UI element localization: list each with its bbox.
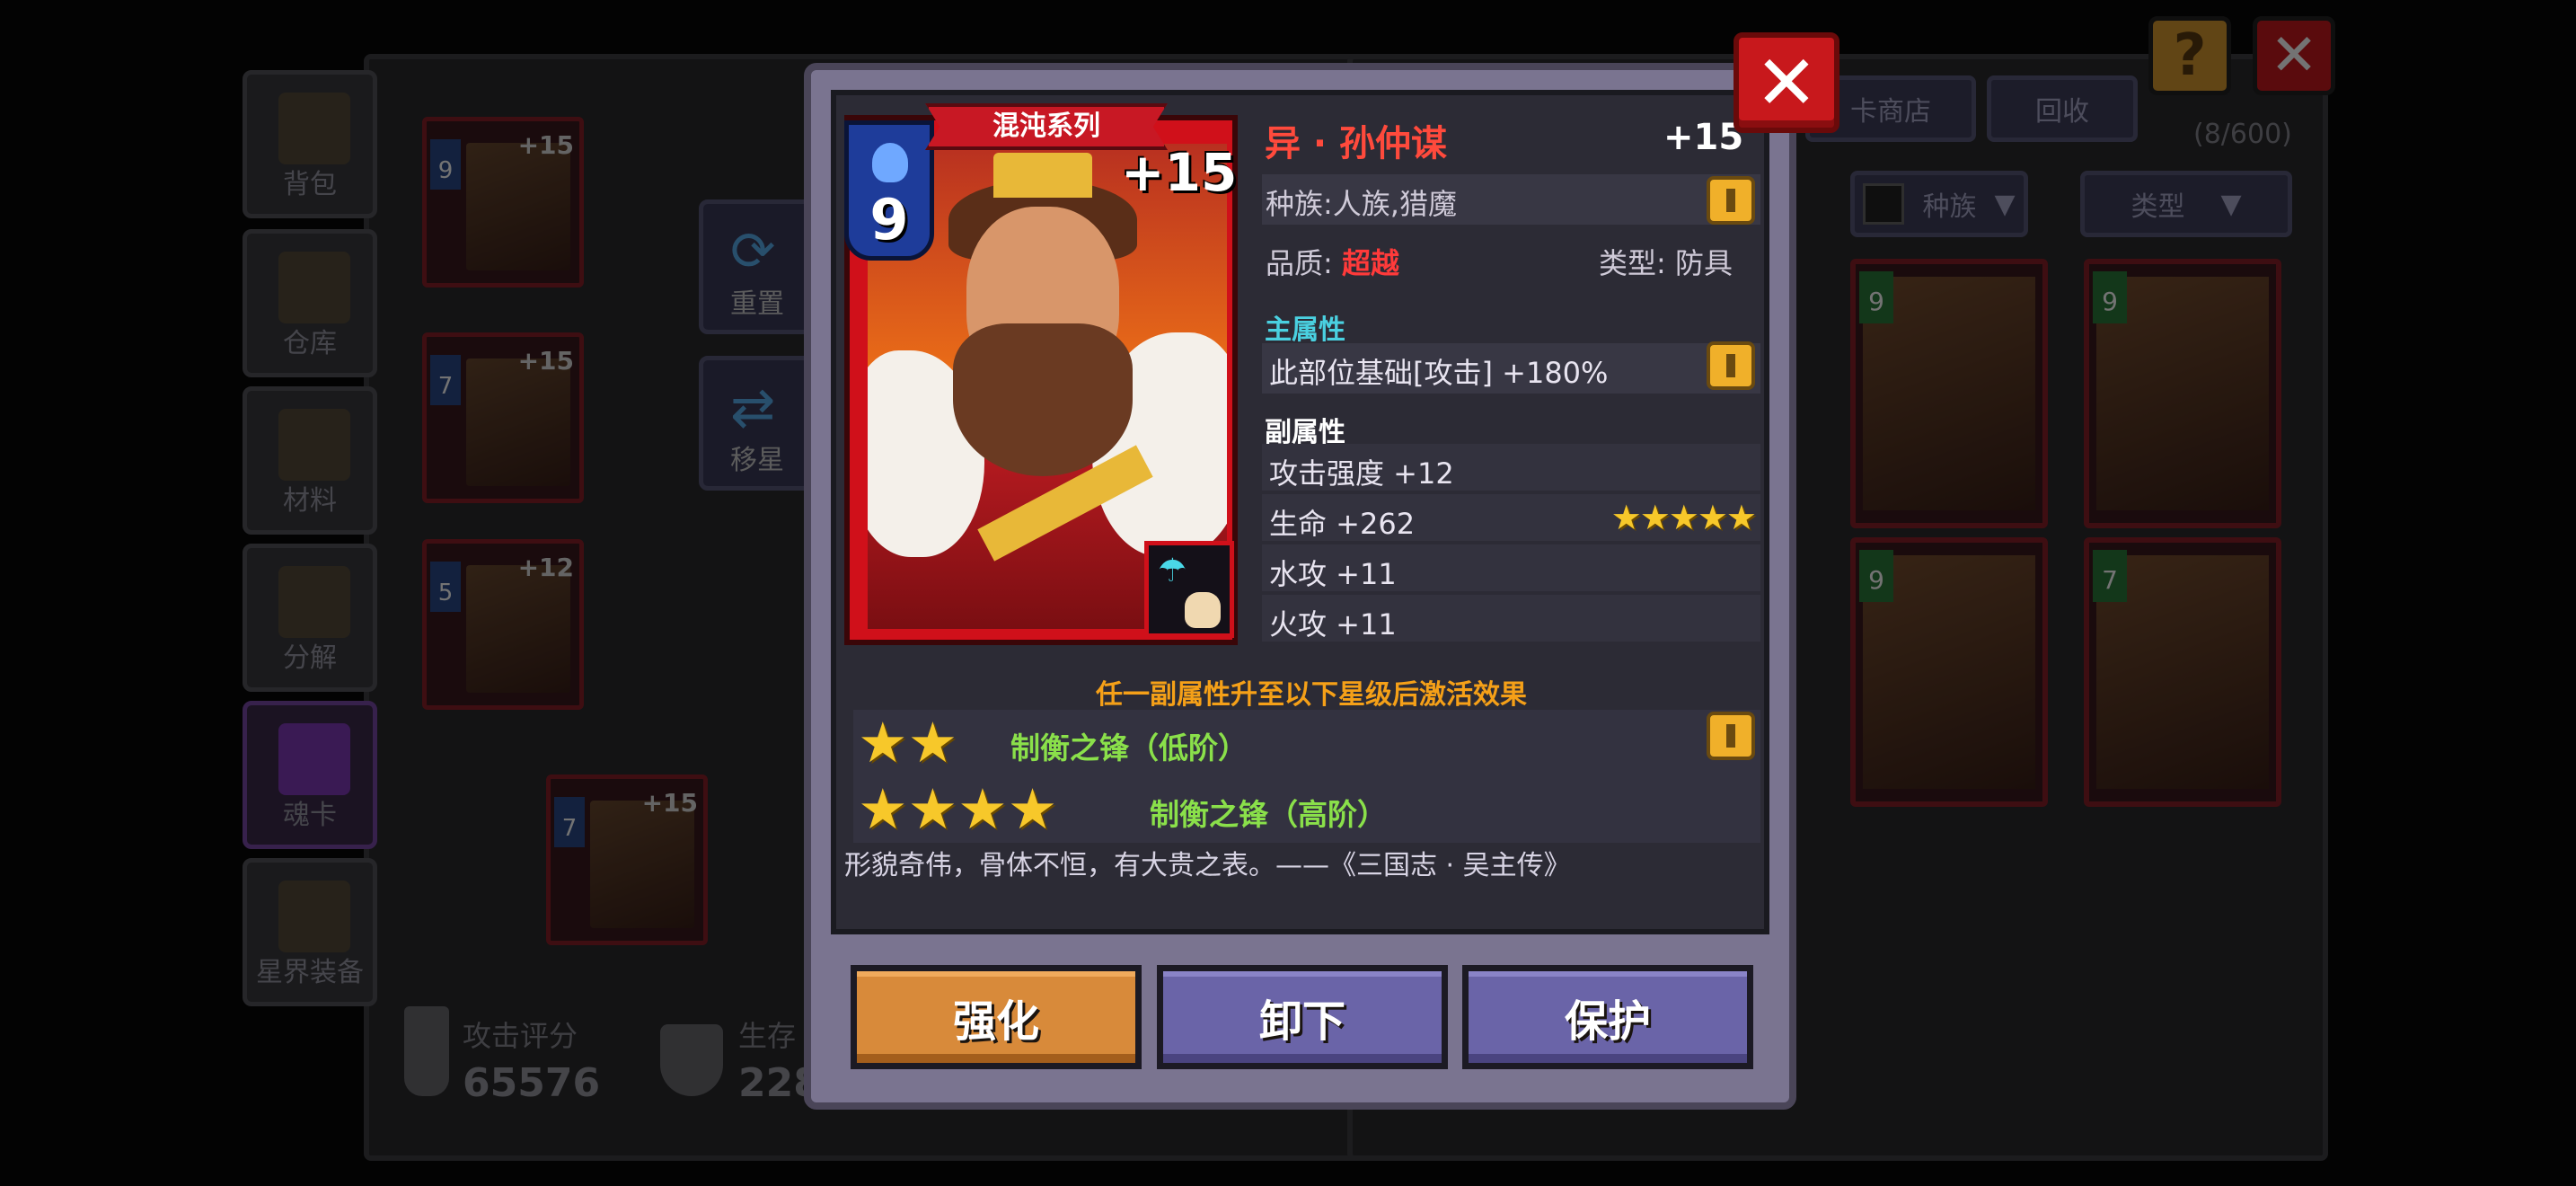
set-effect-high: 制衡之锋（高阶） bbox=[1150, 797, 1387, 832]
equipped-card-slot-4[interactable]: 7 +15 bbox=[546, 774, 708, 945]
enhance-button[interactable]: 强化 bbox=[851, 965, 1142, 1069]
materials-icon bbox=[278, 409, 350, 481]
equipped-card-slot-3[interactable]: 5 +12 bbox=[422, 539, 584, 710]
recycle-tab[interactable]: 回收 bbox=[1987, 75, 2138, 142]
shield-icon bbox=[660, 1024, 723, 1096]
reset-button[interactable]: ⟳ 重置 bbox=[699, 199, 816, 334]
sidebar-tab-materials[interactable]: 材料 bbox=[243, 386, 377, 535]
inventory-card[interactable]: 7 bbox=[2084, 537, 2281, 807]
protect-button[interactable]: 保护 bbox=[1462, 965, 1753, 1069]
race-row: 种族:人族,猎魔 bbox=[1262, 174, 1760, 225]
main-attr-row: 此部位基础[攻击] +180% bbox=[1262, 343, 1760, 394]
move-star-button[interactable]: ⇄ 移星 bbox=[699, 356, 816, 491]
lock-button[interactable] bbox=[1707, 341, 1755, 390]
sidebar-tab-backpack[interactable]: 背包 bbox=[243, 70, 377, 218]
close-dialog-button[interactable]: ✕ bbox=[1734, 32, 1839, 133]
main-attr-label: 主属性 bbox=[1265, 314, 1345, 346]
sub-attr-row: 攻击强度 +12 bbox=[1262, 444, 1760, 491]
chest-icon bbox=[278, 93, 350, 164]
skull-icon bbox=[1185, 592, 1221, 628]
element-badge: ☂ bbox=[1144, 541, 1234, 638]
card-portrait bbox=[466, 358, 570, 486]
sub-attr-row: 生命 +262 ★★★★★ bbox=[1262, 494, 1760, 541]
type-text: 类型: 防具 bbox=[1599, 246, 1733, 280]
card-portrait bbox=[590, 801, 694, 928]
unequip-button[interactable]: 卸下 bbox=[1157, 965, 1448, 1069]
grid-icon bbox=[1863, 183, 1905, 225]
sidebar-tab-decompose[interactable]: 分解 bbox=[243, 544, 377, 692]
inventory-card[interactable]: 9 bbox=[2084, 259, 2281, 528]
cauldron-icon bbox=[278, 566, 350, 638]
card-name: 异 · 孙仲谋 bbox=[1265, 123, 1448, 164]
refresh-icon: ⟳ bbox=[730, 220, 776, 283]
card-enhance-level: +15 bbox=[1121, 142, 1238, 203]
activate-hint: 任一副属性升至以下星级后激活效果 bbox=[1096, 679, 1527, 711]
set-effect-stars-high: ★★★★ bbox=[858, 776, 1058, 842]
chevron-down-icon: ▼ bbox=[1994, 188, 2016, 220]
swap-icon: ⇄ bbox=[730, 376, 776, 439]
card-count: (8/600) bbox=[2193, 119, 2292, 150]
help-button[interactable]: ? bbox=[2148, 16, 2231, 95]
flavor-quote: 形貌奇伟，骨体不恒，有大贵之表。——《三国志 · 吴主传》 bbox=[844, 850, 1571, 881]
water-icon: ☂ bbox=[1158, 553, 1187, 589]
card-portrait bbox=[466, 143, 570, 270]
sword-icon bbox=[404, 1006, 449, 1096]
sidebar-tab-warehouse[interactable]: 仓库 bbox=[243, 229, 377, 377]
exit-button[interactable]: ✕ bbox=[2253, 16, 2335, 95]
soul-card-icon bbox=[278, 723, 350, 795]
gem-icon bbox=[872, 143, 908, 182]
warehouse-icon bbox=[278, 252, 350, 323]
race-filter-dropdown[interactable]: 种族 ▼ bbox=[1850, 171, 2028, 237]
inventory-card[interactable]: 9 bbox=[1850, 259, 2048, 528]
sub-attr-stars: ★★★★★ bbox=[1610, 498, 1757, 537]
sidebar-tab-soul-card[interactable]: 魂卡 bbox=[243, 701, 377, 849]
close-icon: ✕ bbox=[1754, 39, 1819, 127]
lock-icon bbox=[1726, 724, 1735, 748]
close-icon: ✕ bbox=[2270, 22, 2318, 89]
astral-gear-icon bbox=[278, 881, 350, 952]
set-effect-stars-low: ★★ bbox=[858, 710, 958, 775]
equipped-card-slot-1[interactable]: 9 +15 bbox=[422, 117, 584, 288]
lock-button[interactable] bbox=[1707, 712, 1755, 760]
sidebar-tab-astral-gear[interactable]: 星界装备 bbox=[243, 858, 377, 1006]
sub-attr-row: 火攻 +11 bbox=[1262, 595, 1760, 642]
inventory-card[interactable]: 9 bbox=[1850, 537, 2048, 807]
equipped-card-slot-2[interactable]: 7 +15 bbox=[422, 332, 584, 503]
type-filter-dropdown[interactable]: 类型 ▼ bbox=[2080, 171, 2292, 237]
lock-icon bbox=[1726, 189, 1735, 212]
sub-attr-row: 水攻 +11 bbox=[1262, 544, 1760, 591]
question-icon: ? bbox=[2173, 22, 2207, 89]
quality-value: 超越 bbox=[1341, 246, 1399, 280]
card-star-badge: 9 bbox=[844, 120, 934, 261]
lock-button[interactable] bbox=[1707, 176, 1755, 225]
card-portrait bbox=[466, 565, 570, 693]
lock-icon bbox=[1726, 354, 1735, 377]
card-level: +15 bbox=[1663, 117, 1744, 158]
chevron-down-icon: ▼ bbox=[2220, 188, 2242, 220]
quality-row: 品质: 超越 bbox=[1266, 246, 1399, 280]
set-effect-low: 制衡之锋（低阶） bbox=[1010, 730, 1248, 766]
